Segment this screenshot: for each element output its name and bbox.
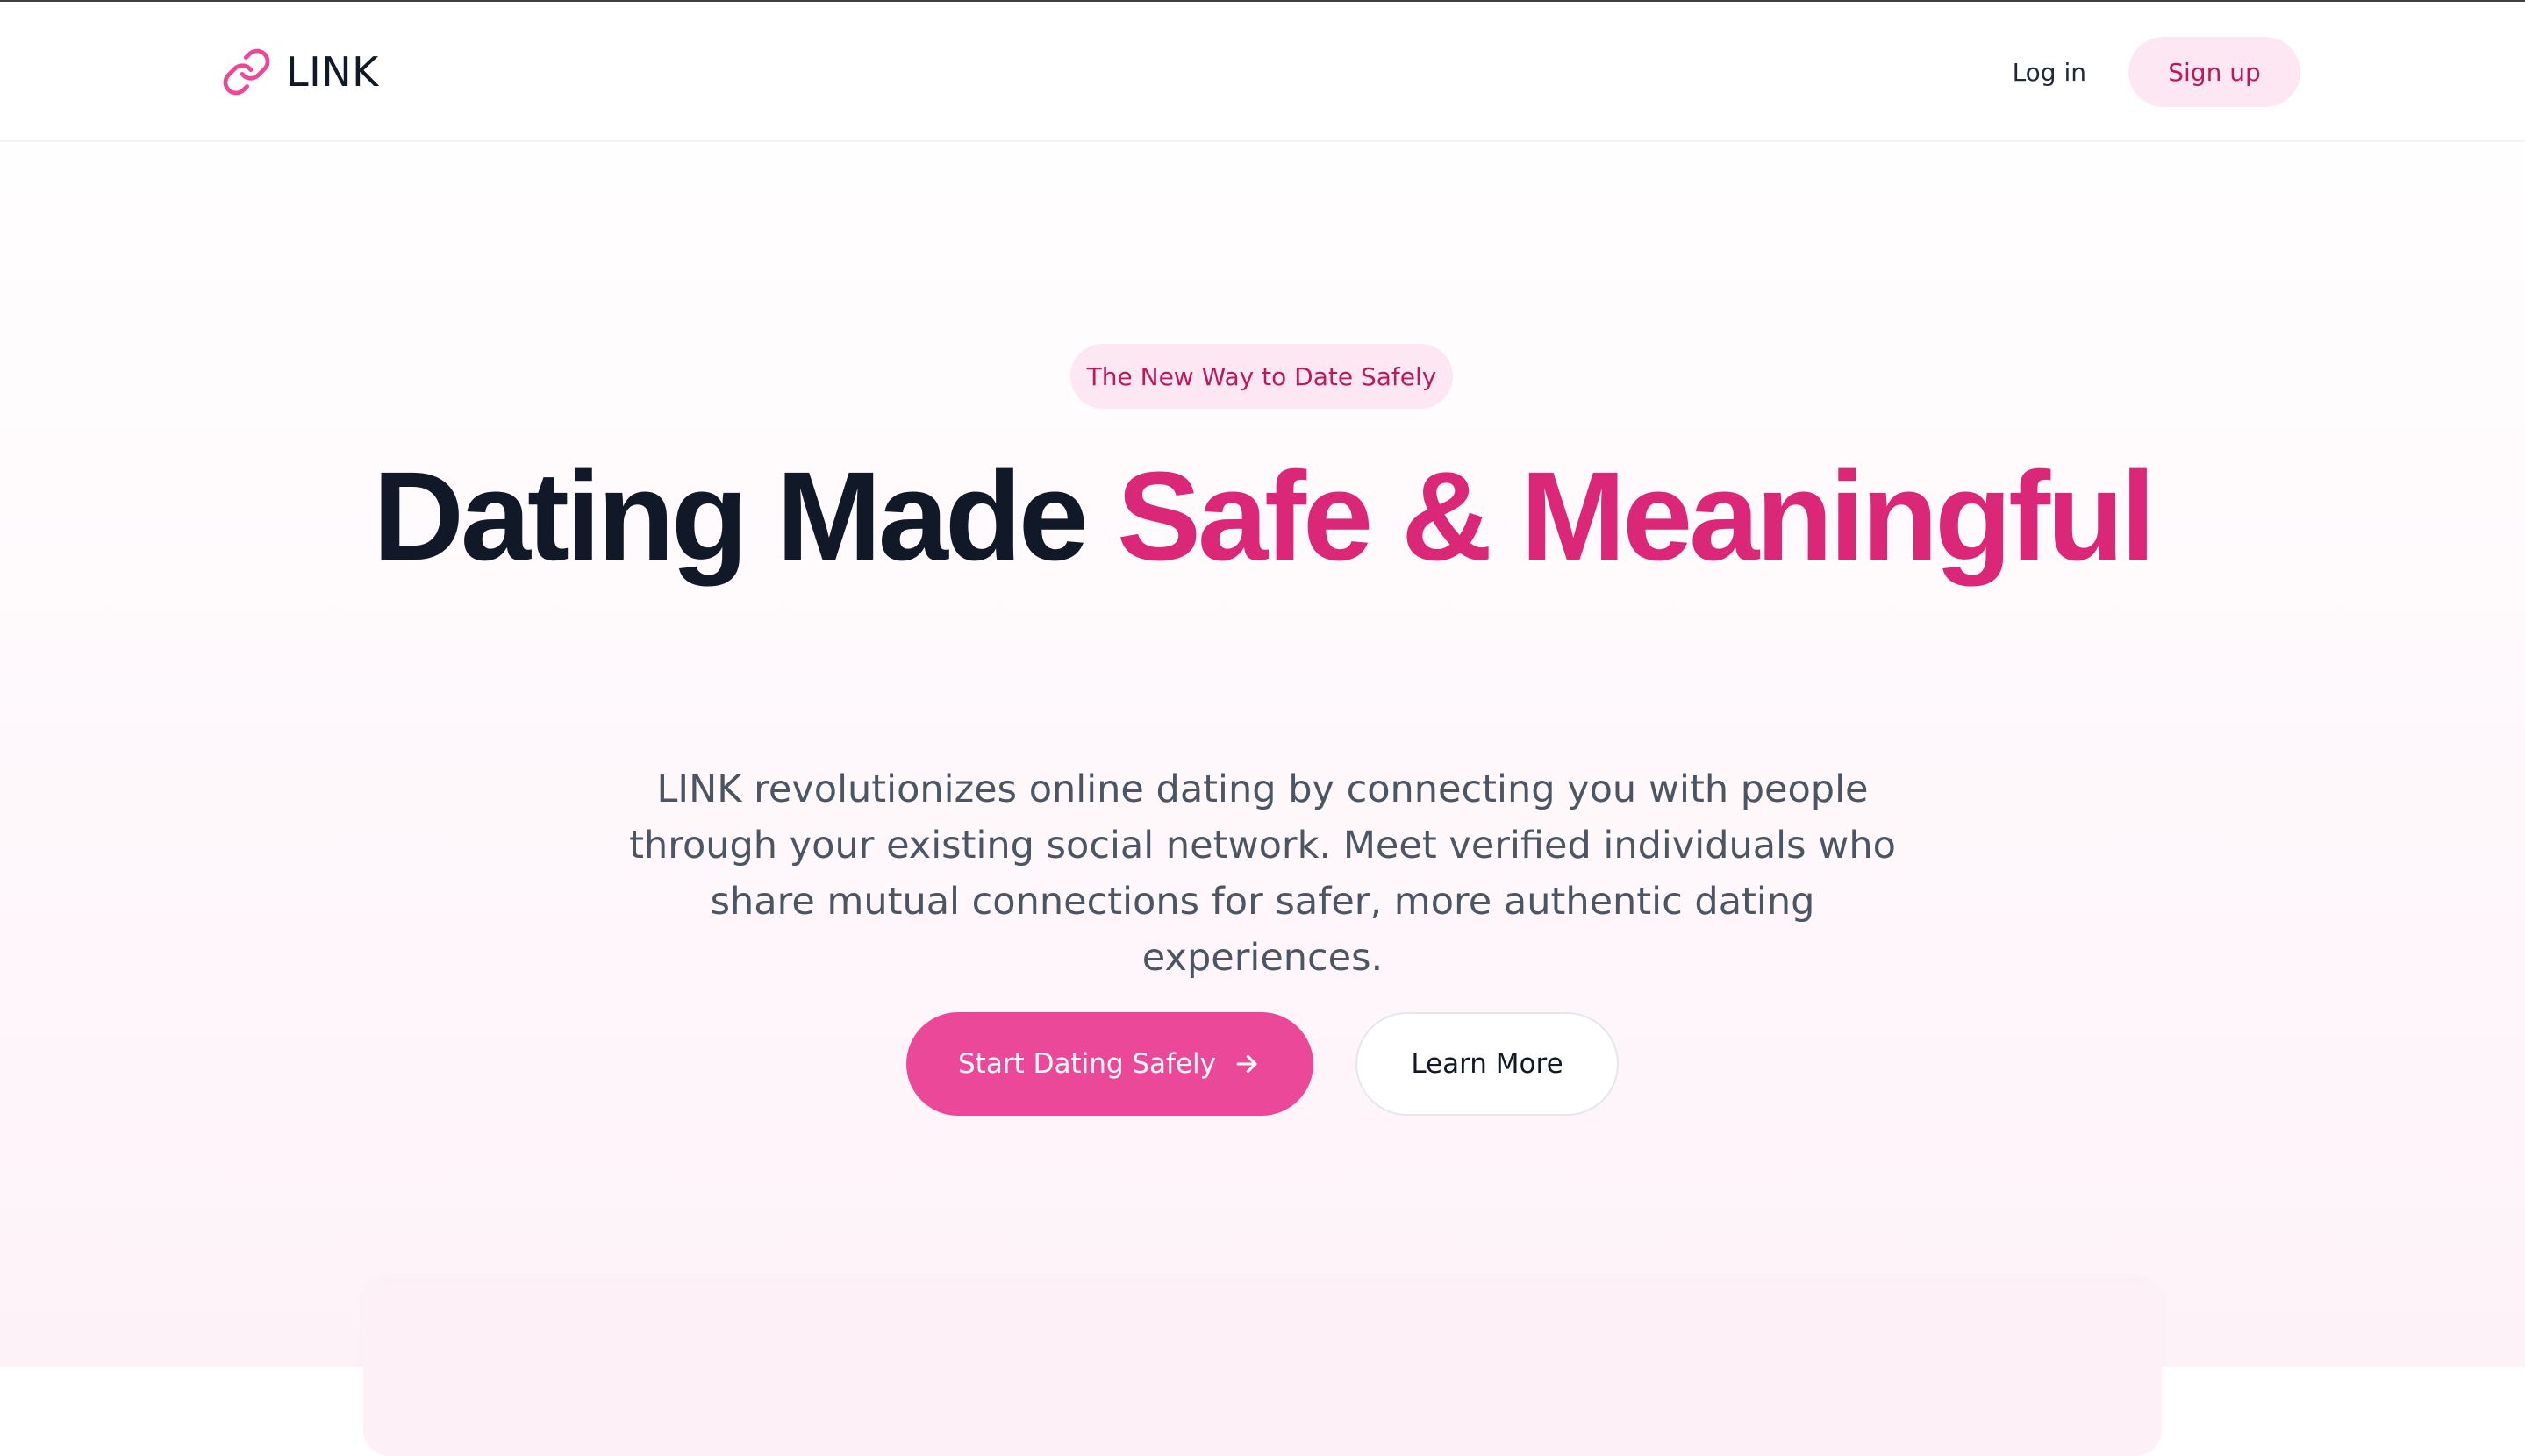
hero-section: The New Way to Date Safely Dating Made S… <box>0 142 2525 1456</box>
hero-title-accent: Safe & Meaningful <box>1116 446 2156 587</box>
site-header: LINK Log in Sign up <box>0 0 2525 142</box>
arrow-right-icon <box>1232 1049 1262 1079</box>
link-chain-icon <box>221 46 272 97</box>
hero-title-main: Dating Made <box>372 446 1117 587</box>
window-top-border <box>0 0 2525 2</box>
brand-name: LINK <box>286 48 379 96</box>
login-link[interactable]: Log in <box>2013 49 2086 96</box>
hero-title: Dating Made Safe & Meaningful <box>0 453 2525 581</box>
brand-logo-link[interactable]: LINK <box>221 44 379 100</box>
learn-more-button[interactable]: Learn More <box>1355 1012 1619 1116</box>
start-dating-label: Start Dating Safely <box>957 1048 1216 1080</box>
signup-button[interactable]: Sign up <box>2128 37 2300 107</box>
hero-cta-row: Start Dating Safely Learn More <box>0 1012 2525 1116</box>
start-dating-button[interactable]: Start Dating Safely <box>906 1012 1313 1116</box>
tagline-badge: The New Way to Date Safely <box>1070 344 1453 409</box>
hero-subtitle: LINK revolutionizes online dating by con… <box>629 767 1896 980</box>
app-preview-card <box>363 1281 2162 1456</box>
header-nav: Log in Sign up <box>2013 37 2300 107</box>
